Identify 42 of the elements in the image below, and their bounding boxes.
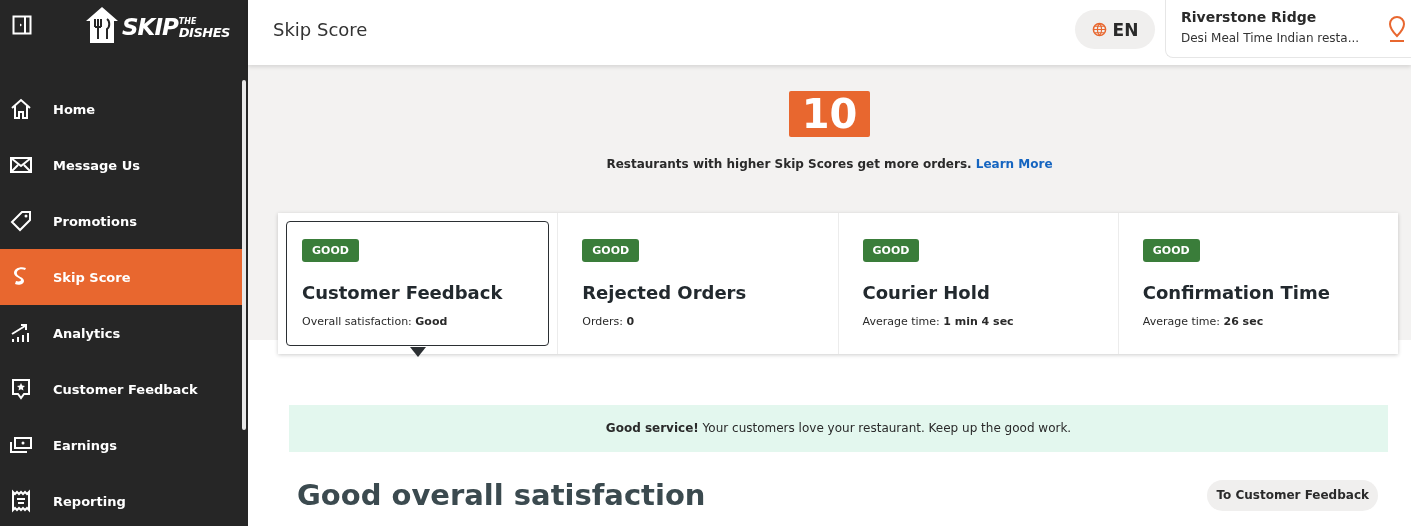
metric-title: Customer Feedback	[302, 282, 504, 303]
score-description: Restaurants with higher Skip Scores get more orders. Learn More	[606, 157, 1053, 171]
location-name: Riverstone Ridge	[1181, 9, 1318, 25]
globe-icon	[1091, 22, 1107, 37]
sidebar-item[interactable]: Promotions	[0, 193, 243, 249]
section-heading: Good overall satisfaction	[297, 478, 706, 512]
sidebar-item[interactable]: Message Us	[0, 137, 243, 193]
status-badge: GOOD	[1142, 239, 1200, 262]
status-badge: GOOD	[302, 239, 359, 262]
language-button[interactable]: EN	[1075, 10, 1155, 49]
sidebar-item[interactable]: Earnings	[0, 417, 243, 473]
star-speech-icon	[9, 377, 33, 401]
metric-card[interactable]: GOOD Confirmation Time Average time: 26 sec	[1126, 221, 1390, 346]
metric-detail: Orders: 0	[582, 315, 636, 328]
status-badge: GOOD	[582, 239, 640, 262]
sidebar-item[interactable]: Analytics	[0, 305, 243, 361]
info-banner: Good service! Your customers love your restaurant. Keep up the good work.	[289, 405, 1388, 452]
customer-feedback-button[interactable]: To Customer Feedback	[1207, 479, 1378, 511]
sidebar-item[interactable]: Home	[0, 81, 243, 137]
learn-more-link[interactable]: Learn More	[975, 157, 1053, 171]
receipt-icon	[9, 489, 33, 513]
metric-title: Courier Hold	[862, 282, 991, 303]
sidebar-toggle-icon[interactable]	[12, 15, 32, 35]
metric-card[interactable]: GOOD Rejected Orders Orders: 0	[566, 221, 830, 346]
metric-title: Confirmation Time	[1142, 282, 1331, 303]
restaurant-name: Desi Meal Time Indian resta...	[1181, 31, 1361, 45]
pointer-caret-icon	[410, 347, 426, 357]
skip-score-value: 10	[789, 91, 870, 137]
sidebar-item[interactable]: Customer Feedback	[0, 361, 243, 417]
metric-title: Rejected Orders	[582, 282, 748, 303]
location-pin-icon	[1387, 15, 1407, 43]
metric-detail: Average time: 1 min 4 sec	[862, 315, 1015, 328]
metric-card[interactable]: GOOD Customer Feedback Overall satisfaction: Good	[286, 221, 550, 346]
metric-detail: Average time: 26 sec	[1142, 315, 1265, 328]
sidebar-item[interactable]: Reporting	[0, 473, 243, 526]
metric-detail: Overall satisfaction: Good	[302, 315, 449, 328]
home-icon	[9, 97, 33, 121]
page-title: Skip Score	[273, 19, 369, 40]
location-selector[interactable]: Riverstone Ridge Desi Meal Time Indian resta...	[1165, 0, 1411, 58]
metric-card[interactable]: GOOD Courier Hold Average time: 1 min 4 sec	[846, 221, 1110, 346]
tag-icon	[9, 209, 33, 233]
status-badge: GOOD	[862, 239, 920, 262]
